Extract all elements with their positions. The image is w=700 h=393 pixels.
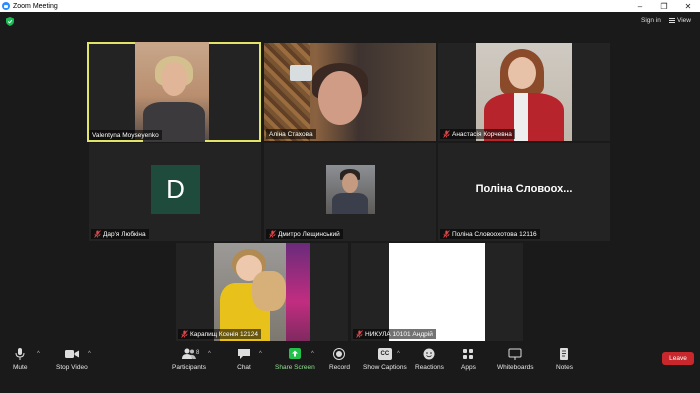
- record-button[interactable]: Record: [329, 348, 350, 371]
- participant-name: Анастасія Корчевна: [452, 130, 512, 138]
- participant-name: НИКУЛА 10101 Андрій: [365, 330, 433, 338]
- muted-mic-icon: [269, 230, 276, 238]
- minimize-button[interactable]: –: [628, 0, 652, 12]
- microphone-icon: [15, 348, 25, 360]
- participants-button[interactable]: Participants: [172, 348, 206, 371]
- participant-name-tag: Поліна Словоохотова 12116: [440, 229, 540, 239]
- participant-video: [389, 243, 485, 341]
- muted-mic-icon: [356, 330, 363, 338]
- video-tile-anastasiia[interactable]: Анастасія Корчевна: [438, 43, 610, 141]
- video-tile-nykula[interactable]: НИКУЛА 10101 Андрій: [351, 243, 523, 341]
- whiteboard-icon: [508, 348, 522, 360]
- participant-name: Карапищ Ксенія 12124: [190, 330, 259, 338]
- whiteboards-label: Whiteboards: [497, 364, 534, 371]
- maximize-button[interactable]: ❐: [652, 0, 676, 12]
- video-tile-alina[interactable]: Аліна Стахова: [264, 43, 436, 141]
- video-options-chevron-icon[interactable]: ^: [88, 351, 91, 357]
- sign-in-link[interactable]: Sign in: [641, 17, 661, 24]
- participants-label: Participants: [172, 364, 206, 371]
- apps-button[interactable]: Apps: [461, 348, 476, 371]
- apps-label: Apps: [461, 364, 476, 371]
- participant-name-tag: Анастасія Корчевна: [440, 129, 515, 139]
- notes-button[interactable]: Notes: [556, 348, 573, 371]
- muted-mic-icon: [443, 130, 450, 138]
- participant-name-tag: Дмитро Лещинський: [266, 229, 343, 239]
- close-button[interactable]: ✕: [676, 0, 700, 12]
- closed-captions-icon: CC: [377, 348, 392, 360]
- chat-bubble-icon: [238, 349, 250, 359]
- zoom-logo-icon: [2, 2, 10, 10]
- participant-name-tag: Аліна Стахова: [266, 129, 316, 139]
- participant-name: Дар'я Любкіна: [103, 230, 146, 238]
- participant-name-tag: Карапищ Ксенія 12124: [178, 329, 262, 339]
- stop-video-label: Stop Video: [56, 364, 88, 371]
- muted-mic-icon: [443, 230, 450, 238]
- video-camera-icon: [64, 350, 79, 358]
- view-button[interactable]: View: [669, 17, 691, 24]
- participants-icon: [181, 348, 196, 359]
- stop-video-button[interactable]: Stop Video: [56, 348, 88, 371]
- video-tile-daria[interactable]: D Дар'я Любкіна: [89, 143, 261, 241]
- show-captions-button[interactable]: CC Show Captions: [363, 348, 407, 371]
- share-screen-button[interactable]: Share Screen: [275, 348, 315, 371]
- chat-options-chevron-icon[interactable]: ^: [259, 351, 262, 357]
- chat-button[interactable]: Chat: [237, 348, 251, 371]
- video-tile-valentyna[interactable]: Valentyna Moyseyenko: [87, 42, 261, 142]
- participant-display-name: Поліна Словоох...: [475, 183, 573, 195]
- reactions-button[interactable]: Reactions: [415, 348, 444, 371]
- record-label: Record: [329, 364, 350, 371]
- muted-mic-icon: [181, 330, 188, 338]
- participants-count: 8: [196, 350, 200, 356]
- participant-video: [264, 43, 436, 141]
- chat-label: Chat: [237, 364, 251, 371]
- participant-name: Дмитро Лещинський: [278, 230, 340, 238]
- record-icon: [333, 348, 346, 360]
- meeting-topbar: Sign in View: [0, 12, 700, 32]
- share-screen-label: Share Screen: [275, 364, 315, 371]
- view-grid-icon: [669, 18, 675, 23]
- captions-options-chevron-icon[interactable]: ^: [397, 351, 400, 357]
- meeting-toolbar: Mute ^ Stop Video ^ Participants 8 ^ Cha…: [0, 341, 700, 393]
- participant-name-tag: НИКУЛА 10101 Андрій: [353, 329, 436, 339]
- video-tile-kseniia[interactable]: Карапищ Ксенія 12124: [176, 243, 348, 341]
- participant-name: Поліна Словоохотова 12116: [452, 230, 537, 238]
- mute-options-chevron-icon[interactable]: ^: [37, 351, 40, 357]
- show-captions-label: Show Captions: [363, 364, 407, 371]
- participants-options-chevron-icon[interactable]: ^: [208, 351, 211, 357]
- reactions-label: Reactions: [415, 364, 444, 371]
- participant-name-tag: Дар'я Любкіна: [91, 229, 149, 239]
- participant-name: Valentyna Moyseyenko: [92, 131, 159, 139]
- participant-name: Аліна Стахова: [269, 130, 313, 138]
- reactions-smiley-icon: [423, 348, 435, 360]
- share-screen-icon: [288, 348, 301, 359]
- notes-icon: [560, 348, 569, 360]
- video-tile-polina[interactable]: Поліна Словоох... Поліна Словоохотова 12…: [438, 143, 610, 241]
- mute-button[interactable]: Mute: [13, 348, 27, 371]
- share-options-chevron-icon[interactable]: ^: [311, 351, 314, 357]
- leave-button[interactable]: Leave: [662, 352, 694, 365]
- window-title: Zoom Meeting: [13, 2, 58, 10]
- participant-video: [476, 43, 572, 141]
- mute-label: Mute: [13, 364, 28, 371]
- view-label: View: [677, 17, 691, 24]
- notes-label: Notes: [556, 364, 573, 371]
- participant-avatar: D: [151, 165, 200, 214]
- whiteboards-button[interactable]: Whiteboards: [497, 348, 534, 371]
- participant-name-tag: Valentyna Moyseyenko: [89, 130, 162, 140]
- participant-video: [135, 42, 209, 142]
- participant-profile-photo: [326, 165, 375, 214]
- apps-icon: [463, 349, 474, 359]
- window-titlebar: Zoom Meeting – ❐ ✕: [0, 0, 700, 12]
- video-tile-dmytro[interactable]: Дмитро Лещинський: [264, 143, 436, 241]
- participant-video: [214, 243, 310, 341]
- security-shield-icon[interactable]: [6, 17, 14, 26]
- muted-mic-icon: [94, 230, 101, 238]
